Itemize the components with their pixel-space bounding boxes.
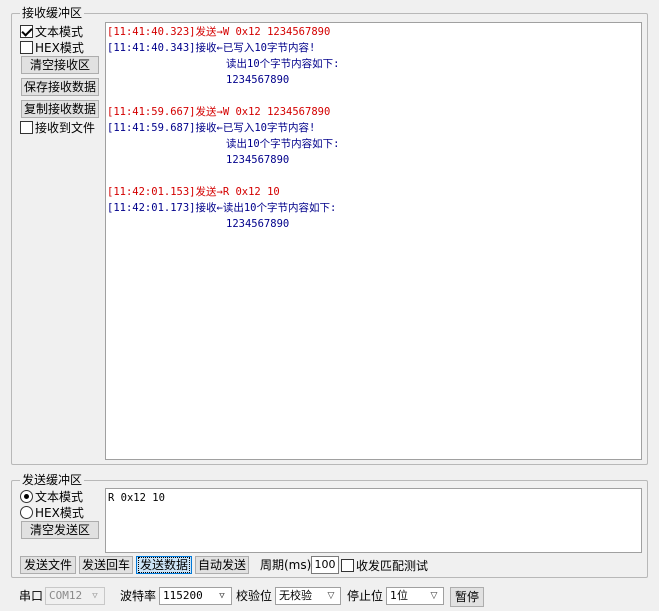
receive-log-line: [11:41:40.343]接收←已写入10字节内容! [107, 42, 316, 54]
checkbox-unchecked-icon [20, 40, 33, 54]
send-data-label: 发送数据 [138, 557, 191, 573]
receive-log-line: 读出10个字节内容如下: [226, 58, 340, 70]
parity-select[interactable]: 无校验 ▽ [275, 587, 341, 605]
checkbox-checked-icon [20, 24, 33, 38]
port-label: 串口 [19, 589, 44, 603]
period-label: 周期(ms) [260, 558, 312, 572]
parity-label: 校验位 [236, 589, 273, 603]
send-content: R 0x12 10 [108, 492, 165, 504]
baud-label: 波特率 [120, 589, 157, 603]
send-data-button[interactable]: 发送数据 [136, 556, 192, 574]
receive-log-line: [11:41:59.687]接收←已写入10字节内容! [107, 122, 316, 134]
chevron-down-icon: ▽ [327, 591, 335, 601]
baud-select[interactable]: 115200 ▽ [159, 587, 232, 605]
receive-log-line: 读出10个字节内容如下: [226, 138, 340, 150]
receive-log-line: 1234567890 [226, 218, 290, 230]
receive-log-line: [11:41:59.667]发送→W 0x12 1234567890 [107, 106, 331, 118]
checkbox-unchecked-icon [341, 558, 354, 572]
stop-bits-label: 停止位 [347, 589, 384, 603]
port-value: COM12 [49, 589, 83, 602]
send-hex-mode-radio[interactable]: HEX模式 [20, 505, 84, 520]
receive-log-line: 1234567890 [226, 154, 290, 166]
send-text-mode-radio[interactable]: 文本模式 [20, 489, 84, 504]
match-test-checkbox[interactable]: 收发匹配测试 [341, 558, 429, 573]
checkbox-unchecked-icon [20, 120, 33, 134]
receive-to-file-label: 接收到文件 [35, 120, 96, 135]
receive-text-mode-label: 文本模式 [35, 24, 84, 39]
receive-text-mode-checkbox[interactable]: 文本模式 [20, 24, 84, 39]
save-receive-button[interactable]: 保存接收数据 [21, 78, 99, 96]
receive-hex-mode-label: HEX模式 [35, 40, 84, 55]
copy-receive-button[interactable]: 复制接收数据 [21, 100, 99, 118]
radio-selected-icon [20, 489, 33, 503]
port-select[interactable]: COM12 ▽ [45, 587, 105, 605]
send-hex-mode-label: HEX模式 [35, 505, 84, 520]
receive-textarea[interactable]: [11:41:40.323]发送→W 0x12 1234567890 [11:41… [105, 22, 642, 460]
receive-buffer-title: 接收缓冲区 [20, 6, 85, 20]
baud-value: 115200 [163, 589, 203, 602]
receive-log-line: [11:42:01.153]发送→R 0x12 10 [107, 186, 280, 198]
receive-to-file-checkbox[interactable]: 接收到文件 [20, 120, 96, 135]
receive-log-line: [11:42:01.173]接收←读出10个字节内容如下: [107, 202, 337, 214]
send-enter-button[interactable]: 发送回车 [79, 556, 133, 574]
clear-receive-button[interactable]: 清空接收区 [21, 56, 99, 74]
send-file-button[interactable]: 发送文件 [20, 556, 76, 574]
match-test-label: 收发匹配测试 [356, 558, 429, 573]
send-buffer-title: 发送缓冲区 [20, 473, 85, 487]
stop-bits-value: 1位 [390, 589, 408, 602]
receive-log-line: 1234567890 [226, 74, 290, 86]
chevron-down-icon: ▽ [219, 591, 225, 601]
send-text-mode-label: 文本模式 [35, 489, 84, 504]
period-input[interactable]: 100 [311, 556, 339, 574]
receive-hex-mode-checkbox[interactable]: HEX模式 [20, 40, 84, 55]
pause-button[interactable]: 暂停 [450, 587, 484, 607]
chevron-down-icon: ▽ [430, 591, 438, 601]
clear-send-button[interactable]: 清空发送区 [21, 521, 99, 539]
radio-unselected-icon [20, 505, 33, 519]
chevron-down-icon: ▽ [92, 591, 98, 601]
receive-log-line: [11:41:40.323]发送→W 0x12 1234567890 [107, 26, 331, 38]
send-textarea[interactable]: R 0x12 10 [105, 488, 642, 553]
parity-value: 无校验 [279, 589, 312, 602]
stop-bits-select[interactable]: 1位 ▽ [386, 587, 444, 605]
auto-send-button[interactable]: 自动发送 [195, 556, 249, 574]
